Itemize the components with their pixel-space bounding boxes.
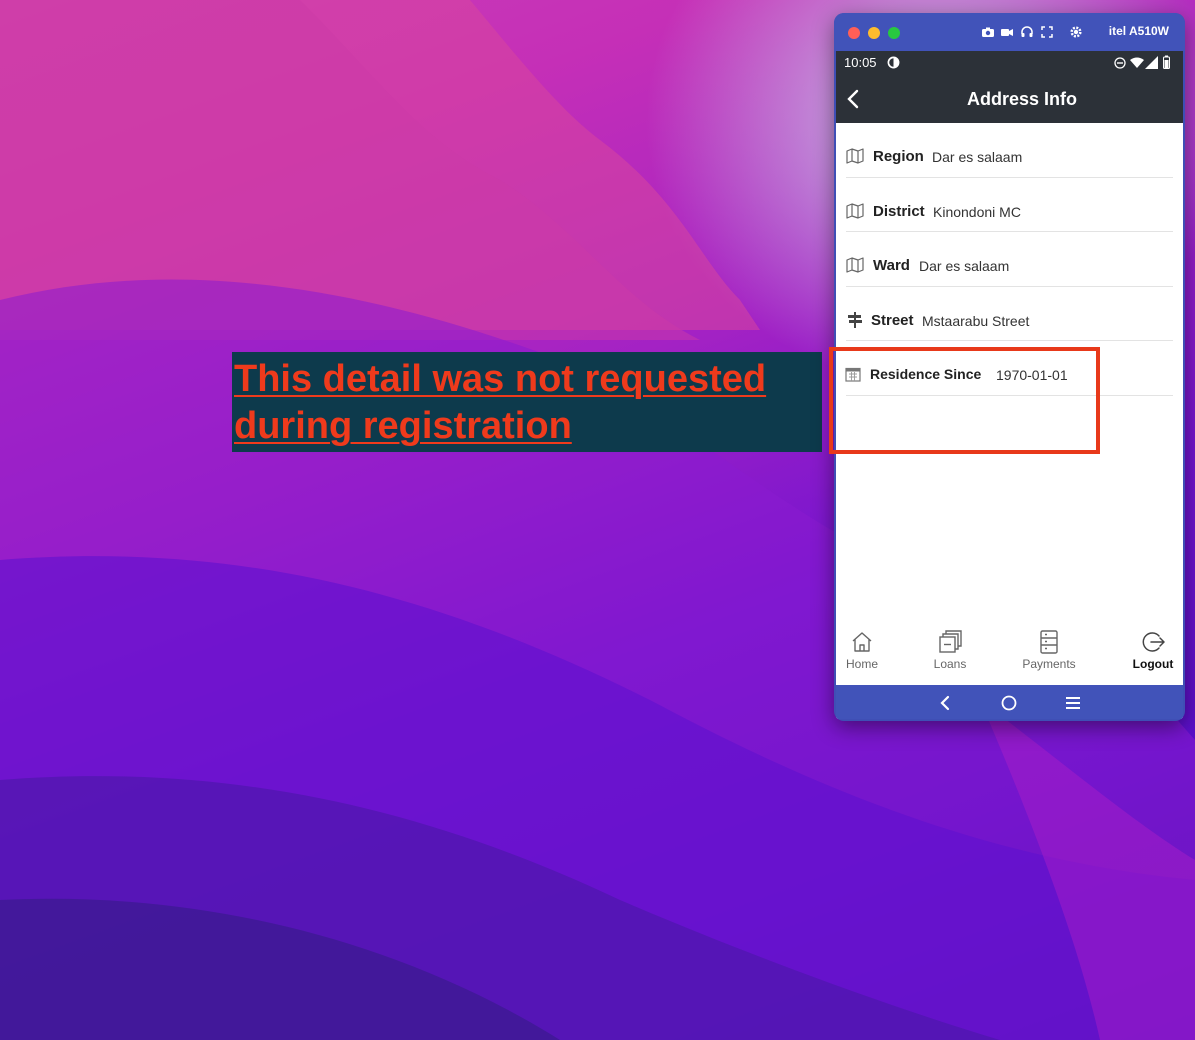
logout-icon [1142,632,1165,652]
data-saver-icon [887,56,900,69]
system-home-icon[interactable] [999,693,1019,713]
street-label: Street [871,311,914,329]
map-icon [846,257,864,273]
address-row-district: District Kinondoni MC [836,178,1183,233]
bottom-navigation: Home Loans Payments Logout [836,617,1183,683]
street-value: Mstaarabu Street [922,312,1030,329]
page-title: Address Info [966,89,1077,109]
address-row-street: Street Mstaarabu Street [836,287,1183,342]
address-row-ward: Ward Dar es salaam [836,232,1183,287]
nav-home[interactable]: Home [834,629,897,671]
headphones-icon[interactable] [1020,25,1034,39]
status-bar: 10:05 [836,51,1183,75]
maximize-window-button[interactable] [888,27,900,39]
nav-logout[interactable]: Logout [1118,629,1185,671]
app-bar: Address Info [836,75,1183,123]
fullscreen-icon[interactable] [1040,25,1054,39]
annotation-line-1: This detail was not requested [234,358,767,400]
system-navigation-bar [836,685,1183,719]
ward-value: Dar es salaam [919,258,1010,275]
signal-icon [1145,56,1158,69]
settings-icon[interactable] [1069,25,1083,39]
home-icon [852,632,872,652]
region-label: Region [873,148,924,165]
signpost-icon [848,311,862,328]
device-name: itel A510W [1108,24,1169,38]
video-icon[interactable] [1000,25,1014,39]
battery-icon [1163,55,1170,69]
region-value: Dar es salaam [932,149,1023,165]
camera-icon[interactable] [981,25,995,39]
address-row-region: Region Dar es salaam [836,123,1183,178]
highlight-box [829,347,1100,454]
map-icon [846,148,864,164]
nav-payments[interactable]: Payments [1014,629,1084,671]
nav-logout-label: Logout [1132,657,1174,671]
system-menu-icon[interactable] [1063,693,1083,713]
ward-label: Ward [873,257,910,275]
nav-home-label: Home [845,657,878,671]
do-not-disturb-icon [1114,57,1126,69]
emulator-titlebar: itel A510W [834,13,1185,51]
nav-payments-label: Payments [1022,657,1076,671]
payments-icon [1040,630,1058,654]
annotation-callout: This detail was not requested during reg… [232,352,822,452]
annotation-line-2: during registration [234,405,572,447]
wifi-icon [1130,57,1144,68]
close-window-button[interactable] [848,27,860,39]
district-value: Kinondoni MC [933,203,1021,220]
status-time: 10:05 [844,55,877,70]
system-back-icon[interactable] [936,693,956,713]
minimize-window-button[interactable] [868,27,880,39]
loans-icon [939,630,962,653]
district-label: District [873,202,925,220]
map-icon [846,202,864,219]
nav-loans[interactable]: Loans [915,629,985,671]
nav-loans-label: Loans [933,657,967,671]
